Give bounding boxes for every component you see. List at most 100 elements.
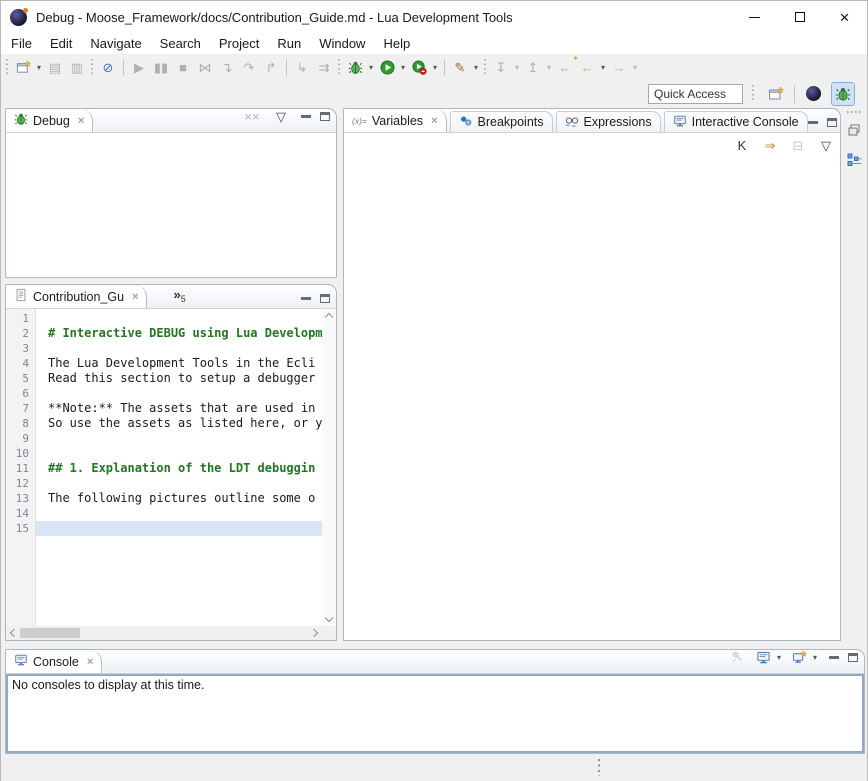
view-menu-button[interactable]: ▽ [816, 136, 836, 154]
back-dropdown[interactable]: ▾ [598, 63, 608, 72]
console-tab[interactable]: Console × [6, 650, 102, 673]
code-line[interactable]: 11## 1. Explanation of the LDT debuggin [6, 461, 322, 476]
code-line[interactable]: 2# Interactive DEBUG using Lua Developm [6, 326, 322, 341]
new-wizard-button[interactable] [12, 56, 34, 78]
close-window-button[interactable]: × [822, 1, 867, 33]
use-step-filters-button[interactable]: ⇉ [313, 56, 335, 78]
menu-item-search[interactable]: Search [151, 35, 210, 52]
skip-all-breakpoints-button[interactable]: ⊘ [97, 56, 119, 78]
restore-view-button[interactable] [846, 122, 862, 143]
show-type-names-button[interactable]: K [732, 136, 752, 154]
outline-view-button[interactable] [846, 152, 862, 173]
quick-access-input[interactable]: Quick Access [648, 84, 743, 104]
terminate-button[interactable]: ■ [172, 56, 194, 78]
code-line[interactable]: 9 [6, 431, 322, 446]
menu-item-run[interactable]: Run [268, 35, 310, 52]
trim-drag-handle[interactable] [847, 111, 861, 113]
code-line[interactable]: 15 [6, 521, 322, 536]
display-selected-console-button[interactable] [752, 646, 774, 668]
next-annotation-button[interactable]: ↧ [490, 56, 512, 78]
suspend-button[interactable]: ▮▮ [150, 56, 172, 78]
debug-dropdown[interactable]: ▾ [366, 63, 376, 72]
close-tab-icon[interactable]: × [87, 656, 93, 668]
run-button[interactable] [376, 56, 398, 78]
forward-button[interactable]: → [608, 56, 630, 78]
code-line[interactable]: 10 [6, 446, 322, 461]
code-line[interactable]: 4The Lua Development Tools in the Ecli [6, 356, 322, 371]
horizontal-scrollbar[interactable] [6, 626, 322, 640]
external-tools-button[interactable]: ✎ [449, 56, 471, 78]
code-line[interactable]: 7**Note:** The assets that are used in [6, 401, 322, 416]
minimize-view-button[interactable] [301, 115, 311, 118]
back-button[interactable]: ← [576, 56, 598, 78]
open-console-button[interactable] [788, 646, 810, 668]
step-over-button[interactable]: ↷ [238, 56, 260, 78]
maximize-view-button[interactable] [848, 653, 858, 662]
debug-perspective-button[interactable] [831, 82, 855, 106]
maximize-view-button[interactable] [320, 112, 330, 121]
show-hidden-editors-button[interactable]: » 5 [173, 287, 185, 308]
close-tab-icon[interactable]: × [132, 291, 138, 303]
menu-item-edit[interactable]: Edit [41, 35, 81, 52]
menu-item-navigate[interactable]: Navigate [81, 35, 150, 52]
code-line[interactable]: 1 [6, 311, 322, 326]
code-line[interactable]: 14 [6, 506, 322, 521]
maximize-view-button[interactable] [320, 294, 330, 303]
disconnect-button[interactable]: ⋈ [194, 56, 216, 78]
forward-dropdown[interactable]: ▾ [630, 63, 640, 72]
tab-breakpoints[interactable]: Breakpoints [450, 111, 553, 132]
minimize-window-button[interactable] [732, 1, 777, 33]
editor-content[interactable]: 12# Interactive DEBUG using Lua Developm… [6, 309, 336, 640]
save-button[interactable]: ▤ [44, 56, 66, 78]
code-line[interactable]: 13The following pictures outline some o [6, 491, 322, 506]
menu-item-window[interactable]: Window [310, 35, 374, 52]
close-tab-icon[interactable]: × [78, 115, 84, 127]
tab-expressions[interactable]: Expressions [556, 111, 661, 132]
step-return-button[interactable]: ↱ [260, 56, 282, 78]
next-annotation-dropdown[interactable]: ▾ [512, 63, 522, 72]
maximize-view-button[interactable] [827, 118, 837, 127]
run-dropdown[interactable]: ▾ [398, 63, 408, 72]
display-selected-console-dropdown[interactable]: ▾ [774, 653, 784, 662]
close-tab-icon[interactable]: × [431, 115, 437, 127]
pin-console-button[interactable] [726, 646, 748, 668]
code-line[interactable]: 12 [6, 476, 322, 491]
open-console-dropdown[interactable]: ▾ [810, 653, 820, 662]
code-line[interactable]: 3 [6, 341, 322, 356]
code-line[interactable]: 6 [6, 386, 322, 401]
scrollbar-thumb[interactable] [20, 628, 80, 638]
tab-interactive-console[interactable]: Interactive Console [664, 111, 808, 132]
previous-annotation-button[interactable]: ↥ [522, 56, 544, 78]
minimize-view-button[interactable] [301, 297, 311, 300]
debug-view-tab[interactable]: Debug × [6, 109, 93, 132]
editor-tab[interactable]: Contribution_Gu × [6, 285, 147, 308]
collapse-all-button[interactable]: ⊟ [788, 136, 808, 154]
menu-item-file[interactable]: File [2, 35, 41, 52]
code-line[interactable]: 8So use the assets as listed here, or y [6, 416, 322, 431]
code-line[interactable]: 5Read this section to setup a debugger [6, 371, 322, 386]
scroll-left-icon[interactable] [10, 629, 18, 637]
minimize-view-button[interactable] [829, 656, 839, 659]
menu-item-project[interactable]: Project [210, 35, 268, 52]
run-last-coverage-button[interactable] [408, 56, 430, 78]
show-logical-structure-button[interactable]: ⇒ [760, 136, 780, 154]
vertical-scrollbar[interactable] [322, 309, 336, 626]
view-menu-button[interactable]: ▽ [270, 105, 292, 127]
drop-to-frame-button[interactable]: ↳ [291, 56, 313, 78]
last-edit-location-button[interactable]: ←✦ [554, 56, 576, 78]
save-all-button[interactable]: ▥ [66, 56, 88, 78]
step-into-button[interactable]: ↴ [216, 56, 238, 78]
remove-all-terminated-launches-button[interactable]: ×× [241, 105, 263, 127]
minimize-view-button[interactable] [808, 121, 818, 124]
trim-drag-handle[interactable] [598, 759, 600, 776]
debug-button[interactable] [344, 56, 366, 78]
open-perspective-button[interactable] [764, 82, 788, 106]
tab-variables[interactable]: (x)=Variables× [344, 109, 447, 132]
scroll-down-icon[interactable] [325, 614, 333, 622]
new-wizard-dropdown[interactable]: ▾ [34, 63, 44, 72]
scroll-right-icon[interactable] [310, 629, 318, 637]
menu-item-help[interactable]: Help [374, 35, 419, 52]
lua-perspective-button[interactable] [801, 82, 825, 106]
resume-button[interactable]: ▶ [128, 56, 150, 78]
scroll-up-icon[interactable] [325, 313, 333, 321]
